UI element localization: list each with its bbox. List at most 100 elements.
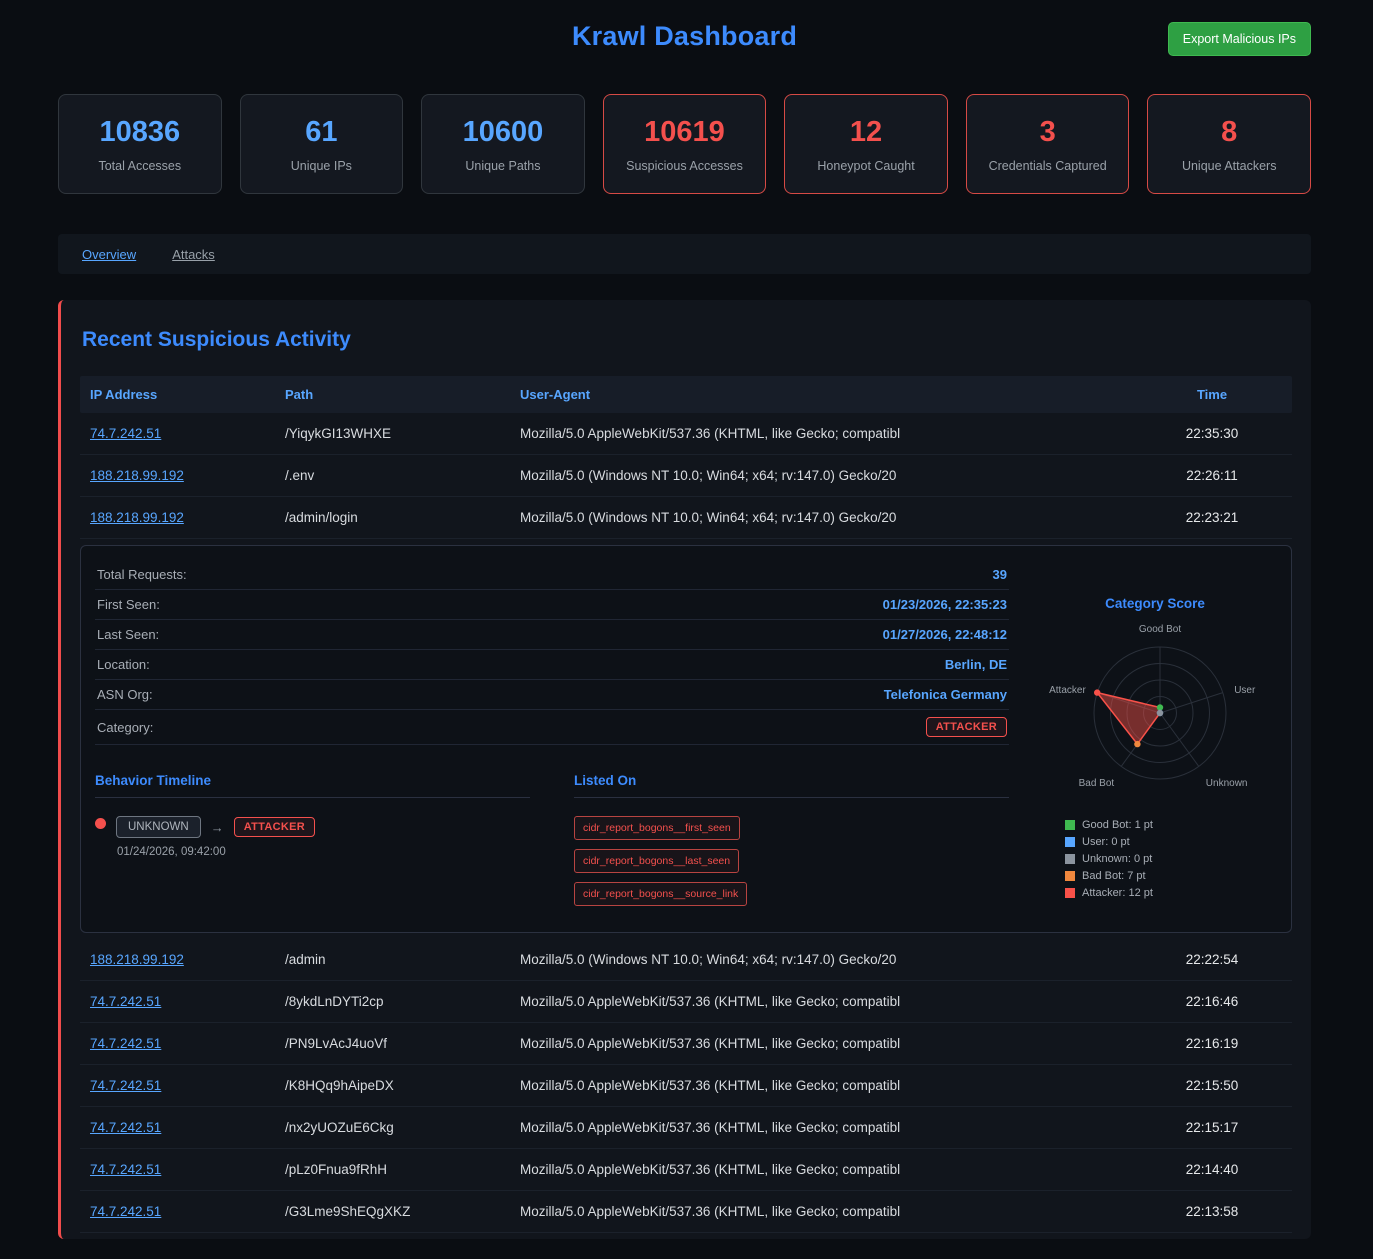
ip-link[interactable]: 188.218.99.192 (90, 468, 184, 483)
chart-legend: Good Bot: 1 pt User: 0 pt Unknown: 0 pt Bad… (1065, 819, 1275, 899)
detail-field-label: Category: (97, 720, 153, 735)
export-malicious-ips-button[interactable]: Export Malicious IPs (1168, 22, 1311, 56)
user-agent-cell: Mozilla/5.0 AppleWebKit/537.36 (KHTML, l… (510, 1149, 1132, 1190)
tab-bar: OverviewAttacks (58, 234, 1311, 274)
table-row[interactable]: 188.218.99.192/.envMozilla/5.0 (Windows … (80, 455, 1292, 497)
category-badge-attacker: ATTACKER (234, 817, 315, 837)
detail-field: Location: Berlin, DE (95, 650, 1009, 680)
table-row[interactable]: 74.7.242.51/G3Lme9ShEQgXKZMozilla/5.0 Ap… (80, 1191, 1292, 1233)
legend-swatch-icon (1065, 837, 1075, 847)
panel-title: Recent Suspicious Activity (82, 328, 1292, 352)
stat-card-honeypot-caught: 12 Honeypot Caught (784, 94, 948, 194)
legend-label: Attacker: 12 pt (1082, 887, 1153, 899)
suspicious-activity-panel: Recent Suspicious Activity IP AddressPat… (58, 300, 1311, 1239)
page-header: Krawl Dashboard Export Malicious IPs (58, 0, 1311, 72)
path-cell: /admin/login (275, 497, 510, 538)
ip-link[interactable]: 74.7.242.51 (90, 426, 161, 441)
path-cell: /8ykdLnDYTi2cp (275, 981, 510, 1022)
stat-value: 61 (305, 116, 337, 149)
listed-on-section: Listed On cidr_report_bogons__first_seen… (574, 773, 1009, 906)
blocklist-badge: cidr_report_bogons__last_seen (574, 849, 739, 873)
stat-card-credentials-captured: 3 Credentials Captured (966, 94, 1130, 194)
blocklist-badges: cidr_report_bogons__first_seen cidr_repor… (574, 816, 894, 906)
table-row[interactable]: 74.7.242.51/pLz0Fnua9fRhHMozilla/5.0 App… (80, 1149, 1292, 1191)
ip-link[interactable]: 74.7.242.51 (90, 994, 161, 1009)
detail-field-value: Telefonica Germany (884, 687, 1007, 702)
legend-label: User: 0 pt (1082, 836, 1130, 848)
behavior-timeline-section: Behavior Timeline UNKNOWN → ATTACKER 01/… (95, 773, 530, 906)
arrow-right-icon: → (211, 820, 224, 835)
column-header-time: Time (1132, 376, 1292, 413)
path-cell: /admin (275, 939, 510, 980)
path-cell: /nx2yUOZuE6Ckg (275, 1107, 510, 1148)
stat-label: Suspicious Accesses (626, 159, 743, 173)
stat-label: Honeypot Caught (817, 159, 914, 173)
table-row[interactable]: 74.7.242.51/YiqykGI13WHXEMozilla/5.0 App… (80, 413, 1292, 455)
behavior-timeline-title: Behavior Timeline (95, 773, 530, 798)
table-row[interactable]: 188.218.99.192/adminMozilla/5.0 (Windows… (80, 939, 1292, 981)
stat-label: Unique IPs (291, 159, 352, 173)
stat-card-unique-attackers: 8 Unique Attackers (1147, 94, 1311, 194)
detail-field-label: ASN Org: (97, 687, 153, 702)
legend-item: Bad Bot: 7 pt (1065, 870, 1275, 882)
path-cell: /.env (275, 455, 510, 496)
user-agent-cell: Mozilla/5.0 (Windows NT 10.0; Win64; x64… (510, 939, 1132, 980)
detail-field-label: Location: (97, 657, 150, 672)
table-rows-after-detail: 188.218.99.192/adminMozilla/5.0 (Windows… (80, 939, 1292, 1233)
stat-label: Credentials Captured (989, 159, 1107, 173)
ip-link[interactable]: 74.7.242.51 (90, 1120, 161, 1135)
blocklist-badge: cidr_report_bogons__source_link (574, 882, 747, 906)
time-cell: 22:15:50 (1132, 1065, 1292, 1106)
ip-detail-left: Total Requests:39First Seen:01/23/2026, … (95, 560, 1009, 906)
timeline-marker-icon (95, 818, 106, 829)
legend-label: Unknown: 0 pt (1082, 853, 1152, 865)
detail-field-value: Berlin, DE (945, 657, 1007, 672)
page-title: Krawl Dashboard (572, 21, 797, 52)
table-rows-before-detail: 74.7.242.51/YiqykGI13WHXEMozilla/5.0 App… (80, 413, 1292, 539)
table-row[interactable]: 74.7.242.51/nx2yUOZuE6CkgMozilla/5.0 App… (80, 1107, 1292, 1149)
listed-on-title: Listed On (574, 773, 1009, 798)
path-cell: /pLz0Fnua9fRhH (275, 1149, 510, 1190)
ip-link[interactable]: 74.7.242.51 (90, 1078, 161, 1093)
user-agent-cell: Mozilla/5.0 AppleWebKit/537.36 (KHTML, l… (510, 1107, 1132, 1148)
user-agent-cell: Mozilla/5.0 (Windows NT 10.0; Win64; x64… (510, 497, 1132, 538)
time-cell: 22:14:40 (1132, 1149, 1292, 1190)
table-row[interactable]: 74.7.242.51/K8HQq9hAipeDXMozilla/5.0 App… (80, 1065, 1292, 1107)
table-row[interactable]: 74.7.242.51/PN9LvAcJ4uoVfMozilla/5.0 App… (80, 1023, 1292, 1065)
stat-label: Unique Attackers (1182, 159, 1277, 173)
stat-value: 8 (1221, 116, 1237, 149)
time-cell: 22:16:19 (1132, 1023, 1292, 1064)
detail-field-value: 01/27/2026, 22:48:12 (883, 627, 1007, 642)
tab-attacks[interactable]: Attacks (154, 237, 233, 272)
legend-item: Unknown: 0 pt (1065, 853, 1275, 865)
krawl-dashboard-page: Krawl Dashboard Export Malicious IPs 108… (0, 0, 1373, 1253)
stat-value: 12 (850, 116, 882, 149)
ip-link[interactable]: 74.7.242.51 (90, 1204, 161, 1219)
category-badge-unknown: UNKNOWN (116, 816, 201, 838)
detail-field: Category:ATTACKER (95, 710, 1009, 745)
table-row[interactable]: 74.7.242.51/8ykdLnDYTi2cpMozilla/5.0 App… (80, 981, 1292, 1023)
user-agent-cell: Mozilla/5.0 AppleWebKit/537.36 (KHTML, l… (510, 413, 1132, 454)
legend-item: Good Bot: 1 pt (1065, 819, 1275, 831)
user-agent-cell: Mozilla/5.0 AppleWebKit/537.36 (KHTML, l… (510, 1023, 1132, 1064)
table-row[interactable]: 188.218.99.192/admin/loginMozilla/5.0 (W… (80, 497, 1292, 539)
legend-swatch-icon (1065, 854, 1075, 864)
ip-detail-fields: Total Requests:39First Seen:01/23/2026, … (95, 560, 1009, 745)
ip-link[interactable]: 74.7.242.51 (90, 1036, 161, 1051)
legend-label: Bad Bot: 7 pt (1082, 870, 1146, 882)
tab-overview[interactable]: Overview (64, 237, 154, 272)
detail-field-label: First Seen: (97, 597, 160, 612)
blocklist-badge: cidr_report_bogons__first_seen (574, 816, 740, 840)
user-agent-cell: Mozilla/5.0 AppleWebKit/537.36 (KHTML, l… (510, 1191, 1132, 1232)
stat-value: 3 (1040, 116, 1056, 149)
legend-swatch-icon (1065, 888, 1075, 898)
detail-field-label: Total Requests: (97, 567, 187, 582)
legend-item: User: 0 pt (1065, 836, 1275, 848)
radar-chart: Good BotUserUnknownBad BotAttacker (1035, 615, 1285, 811)
ip-link[interactable]: 188.218.99.192 (90, 952, 184, 967)
svg-text:Unknown: Unknown (1206, 778, 1248, 789)
time-cell: 22:35:30 (1132, 413, 1292, 454)
ip-link[interactable]: 188.218.99.192 (90, 510, 184, 525)
time-cell: 22:26:11 (1132, 455, 1292, 496)
ip-link[interactable]: 74.7.242.51 (90, 1162, 161, 1177)
